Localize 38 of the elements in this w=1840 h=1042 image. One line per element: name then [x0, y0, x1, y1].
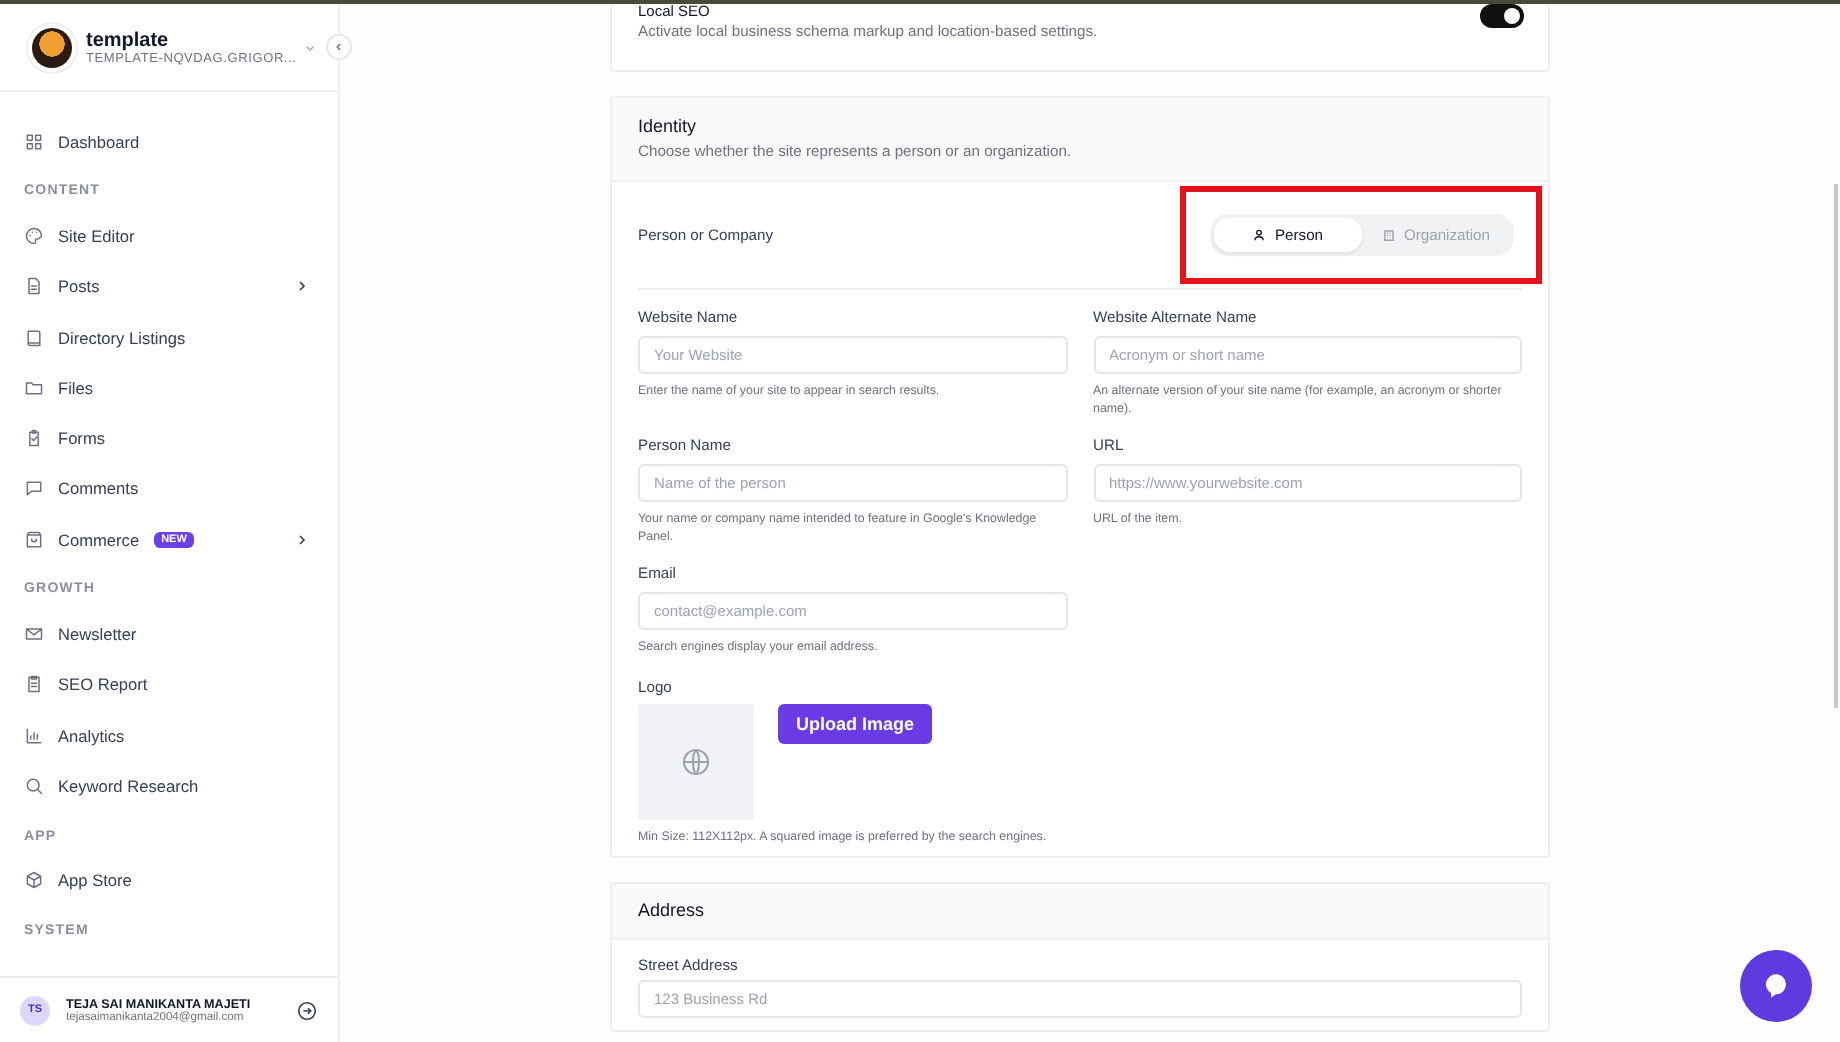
card-title: Identity [638, 116, 699, 136]
toggle-switch[interactable] [1480, 4, 1524, 28]
nav-item[interactable]: Site Editor [24, 210, 338, 262]
nav-item[interactable]: Posts [24, 261, 338, 312]
nav-item[interactable]: Files [24, 362, 338, 413]
nav-item[interactable]: Newsletter [24, 608, 338, 660]
nav-icon [24, 624, 44, 645]
nav-icon [24, 327, 44, 348]
nav-item[interactable]: Forms [24, 412, 338, 464]
nav-item[interactable]: Directory Listings [24, 311, 338, 363]
nav-icon [24, 725, 44, 746]
nav-item[interactable]: Dashboard [24, 116, 338, 167]
nav-icon [24, 428, 44, 449]
nav-icon [24, 225, 44, 246]
nav-icon [24, 870, 44, 891]
nav-item[interactable]: App Store [24, 855, 338, 906]
logout-icon[interactable] [296, 999, 318, 1021]
nav-icon [24, 377, 44, 398]
site-logo [32, 28, 72, 68]
upload-image-button[interactable]: Upload Image [778, 704, 933, 744]
nav-item[interactable]: Keyword Research [24, 760, 338, 812]
person-icon [1252, 228, 1267, 242]
nav-icon [24, 131, 44, 152]
nav-icon [24, 276, 44, 297]
nav-icon [24, 674, 44, 695]
nav-item[interactable]: SEO Report [24, 659, 338, 710]
nav-item[interactable]: Comments [24, 463, 338, 515]
chevron-left-icon [332, 40, 346, 54]
site-name: template [86, 30, 169, 52]
nav-icon [24, 775, 44, 796]
chat-button[interactable] [1740, 950, 1812, 1022]
scrollbar[interactable] [1834, 184, 1838, 708]
nav-icon [24, 529, 44, 550]
globe-icon [680, 746, 712, 778]
nav-item[interactable]: Analytics [24, 709, 338, 761]
nav-icon [24, 478, 44, 499]
card-title: Address [638, 899, 707, 919]
building-icon [1382, 228, 1396, 242]
